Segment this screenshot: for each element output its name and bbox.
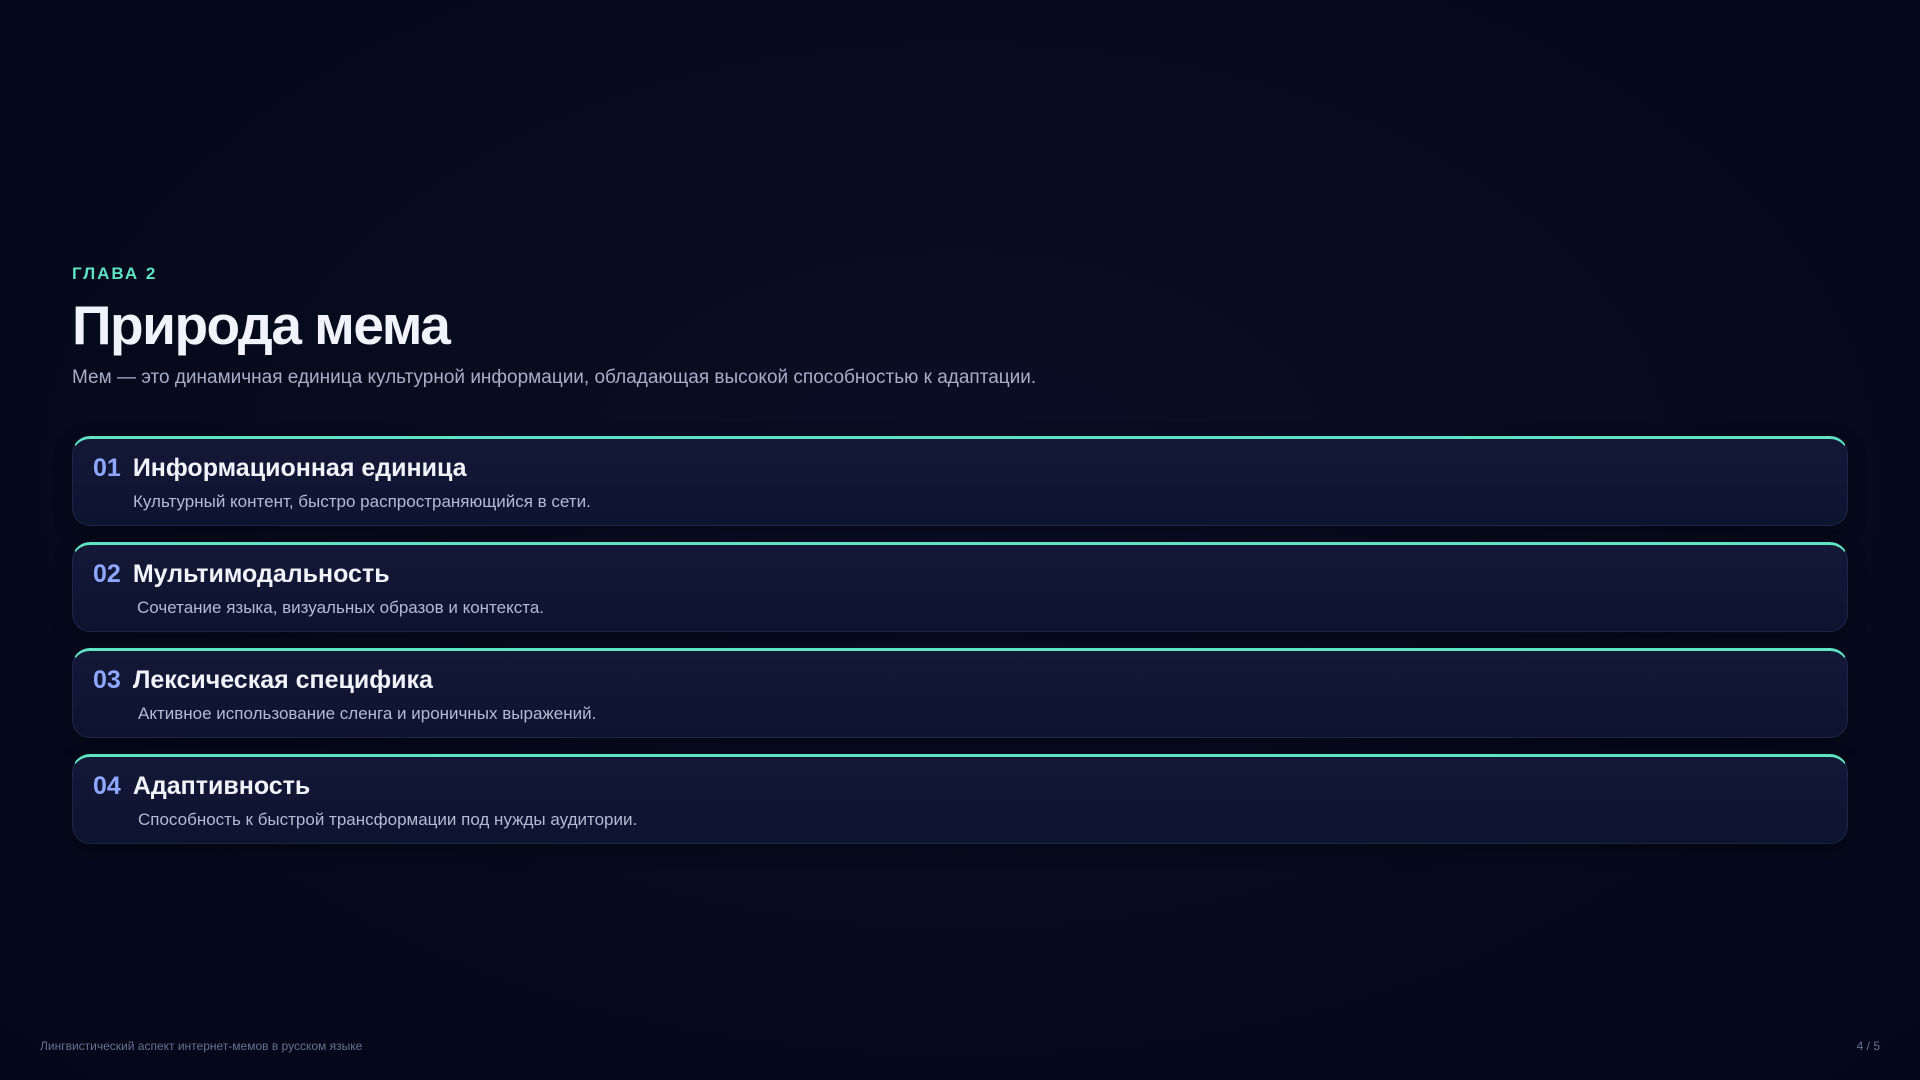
card-item: 02 Мультимодальность Сочетание языка, ви… [72, 542, 1848, 632]
slide: ГЛАВА 2 Природа мема Мем — это динамична… [0, 0, 1920, 1080]
card-header: 03 Лексическая специфика [93, 665, 433, 695]
card-title: Адаптивность [132, 772, 311, 800]
card-description: Культурный контент, быстро распространяю… [133, 492, 591, 511]
card-list: 01 Информационная единица Культурный кон… [72, 436, 1848, 844]
slide-subtitle: Мем — это динамичная единица культурной … [72, 367, 1037, 388]
slide-content: ГЛАВА 2 Природа мема Мем — это динамична… [72, 262, 1848, 844]
card-title: Лексическая специфика [132, 666, 433, 694]
card-item: 04 Адаптивность Способность к быстрой тр… [72, 754, 1848, 844]
card-header: 01 Информационная единица [93, 453, 467, 483]
card-header: 04 Адаптивность [93, 771, 310, 801]
card-description: Активное использование сленга и ироничны… [138, 704, 597, 723]
card-number: 03 [93, 666, 121, 694]
slide-title: Природа мема [72, 294, 451, 356]
card-description: Сочетание языка, визуальных образов и ко… [137, 598, 545, 617]
card-item: 03 Лексическая специфика Активное исполь… [72, 648, 1848, 738]
card-item: 01 Информационная единица Культурный кон… [72, 436, 1848, 526]
card-header: 02 Мультимодальность [93, 559, 390, 589]
footer-presentation-title: Лингвистический аспект интернет-мемов в … [40, 1039, 363, 1053]
card-title: Мультимодальность [132, 560, 390, 588]
card-number: 02 [93, 560, 121, 588]
card-number: 04 [93, 772, 121, 800]
card-description: Способность к быстрой трансформации под … [138, 810, 638, 829]
chapter-label: ГЛАВА 2 [72, 264, 158, 283]
slide-page-number: 4 / 5 [1856, 1039, 1880, 1053]
card-number: 01 [93, 454, 121, 482]
card-title: Информационная единица [132, 454, 467, 482]
